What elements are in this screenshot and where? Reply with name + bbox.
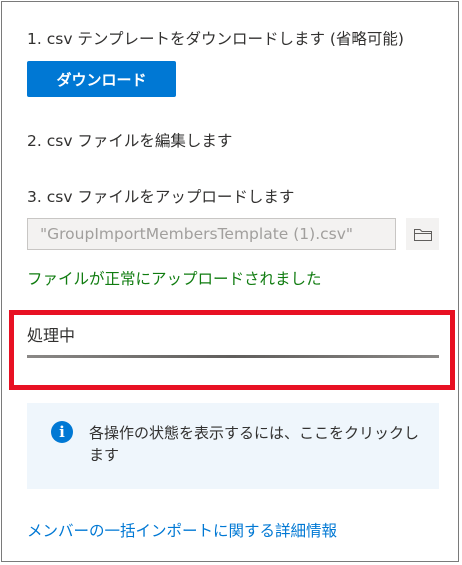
upload-success-message: ファイルが正常にアップロードされました: [27, 270, 322, 288]
step-1-text: 1. csv テンプレートをダウンロードします (省略可能): [27, 30, 404, 48]
download-button[interactable]: ダウンロード: [27, 61, 176, 97]
progress-bar: [27, 355, 439, 358]
step-2-text: 2. csv ファイルを編集します: [27, 132, 233, 150]
file-name-field[interactable]: "GroupImportMembersTemplate (1).csv": [27, 218, 396, 250]
folder-icon: [413, 229, 432, 241]
browse-button[interactable]: [406, 218, 439, 250]
processing-label: 処理中: [27, 326, 76, 345]
highlight-box: [9, 310, 455, 390]
panel: 1. csv テンプレートをダウンロードします (省略可能) ダウンロード 2.…: [1, 1, 459, 562]
info-banner[interactable]: i 各操作の状態を表示するには、ここをクリックします: [27, 403, 439, 489]
learn-more-link[interactable]: メンバーの一括インポートに関する詳細情報: [27, 520, 337, 542]
step-3-text: 3. csv ファイルをアップロードします: [27, 188, 295, 206]
progress-indicator: [27, 355, 439, 358]
info-message[interactable]: 各操作の状態を表示するには、ここをクリックします: [89, 422, 419, 466]
info-icon: i: [51, 421, 73, 443]
